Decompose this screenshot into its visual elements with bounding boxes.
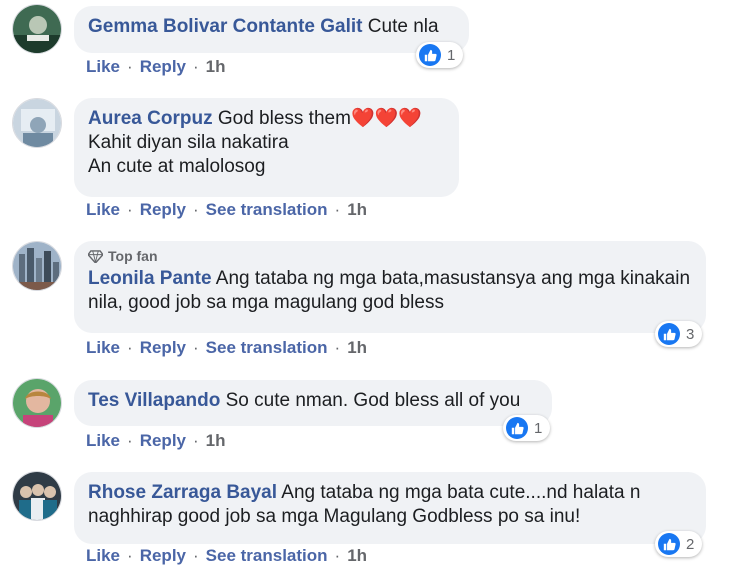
reaction-number: 1 [534,419,543,437]
reaction-number: 2 [686,535,695,553]
timestamp[interactable]: 1h [347,338,367,358]
comment-bubble: Top fan Leonila Pante Ang tataba ng mga … [74,241,706,333]
see-translation-link[interactable]: See translation [206,338,328,358]
separator: · [193,431,199,450]
timestamp[interactable]: 1h [206,57,226,77]
comment-actions: Like · Reply · 1h [86,431,226,451]
comment-text-continued: Kahit diyan sila nakatira An cute at mal… [88,132,289,177]
comment-author[interactable]: Aurea Corpuz [88,108,213,129]
top-fan-label: Top fan [108,248,158,264]
see-translation-link[interactable]: See translation [206,200,328,220]
like-button[interactable]: Like [86,57,120,77]
separator: · [193,57,199,76]
reply-button[interactable]: Reply [140,546,186,566]
reply-button[interactable]: Reply [140,338,186,358]
comment-bubble: Tes Villapando So cute nman. God bless a… [74,380,552,426]
like-button[interactable]: Like [86,338,120,358]
like-button[interactable]: Like [86,546,120,566]
like-icon [658,533,680,555]
see-translation-link[interactable]: See translation [206,546,328,566]
avatar[interactable] [12,241,62,291]
timestamp[interactable]: 1h [347,546,367,566]
like-icon [506,417,528,439]
separator: · [127,431,133,450]
comment-text: Cute nla [367,16,439,37]
reply-button[interactable]: Reply [140,200,186,220]
reaction-count[interactable]: 2 [655,531,703,557]
reaction-count[interactable]: 1 [503,415,551,441]
reply-button[interactable]: Reply [140,57,186,77]
top-fan-badge: Top fan [88,247,692,265]
separator: · [127,546,133,565]
timestamp[interactable]: 1h [206,431,226,451]
reaction-count[interactable]: 1 [416,42,464,68]
reaction-number: 1 [447,46,456,64]
avatar[interactable] [12,98,62,148]
comment-bubble: Aurea Corpuz God bless them❤️❤️❤️ Kahit … [74,98,459,197]
separator: · [193,546,199,565]
reaction-number: 3 [686,325,695,343]
comment-author[interactable]: Rhose Zarraga Bayal [88,482,277,503]
separator: · [127,57,133,76]
comment-actions: Like · Reply · 1h [86,57,226,77]
comment-actions: Like · Reply · See translation · 1h [86,200,367,220]
comment-actions: Like · Reply · See translation · 1h [86,546,367,566]
like-icon [658,323,680,345]
separator: · [334,546,341,565]
comment-text: So cute nman. God bless all of you [225,390,521,411]
diamond-icon [88,249,103,263]
comment-author[interactable]: Gemma Bolivar Contante Galit [88,16,363,37]
heart-emoji: ❤️❤️❤️ [350,108,422,129]
comment-bubble: Gemma Bolivar Contante Galit Cute nla [74,6,469,53]
separator: · [127,338,133,357]
separator: · [334,200,341,219]
separator: · [193,200,199,219]
avatar[interactable] [12,4,62,54]
separator: · [193,338,199,357]
avatar[interactable] [12,471,62,521]
timestamp[interactable]: 1h [347,200,367,220]
comment-author[interactable]: Tes Villapando [88,390,220,411]
separator: · [127,200,133,219]
avatar[interactable] [12,378,62,428]
reaction-count[interactable]: 3 [655,321,703,347]
separator: · [334,338,341,357]
like-button[interactable]: Like [86,431,120,451]
like-button[interactable]: Like [86,200,120,220]
comment-bubble: Rhose Zarraga Bayal Ang tataba ng mga ba… [74,472,706,544]
reply-button[interactable]: Reply [140,431,186,451]
comment-author[interactable]: Leonila Pante [88,268,212,289]
comment-text: God bless them [217,108,351,129]
comment-actions: Like · Reply · See translation · 1h [86,338,367,358]
like-icon [419,44,441,66]
